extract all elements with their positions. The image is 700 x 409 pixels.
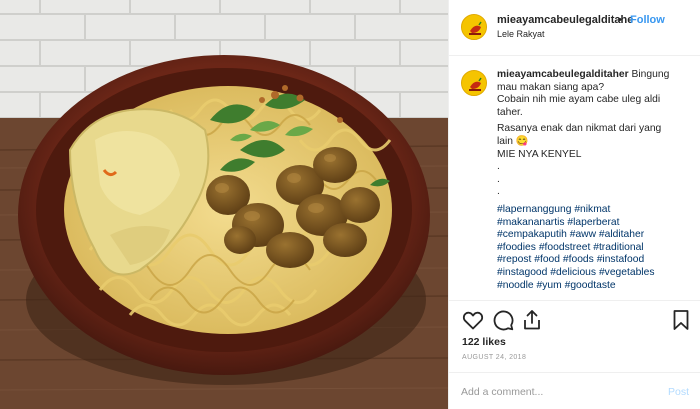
likes-count[interactable]: 122 likes (462, 336, 506, 348)
hashtag-line: #instagood #delicious #vegetables (497, 267, 695, 280)
caption-area: mieayamcabeulegalditaher Bingung mau mak… (449, 57, 700, 299)
hashtag-link[interactable]: #foods (563, 254, 594, 265)
hashtag-link[interactable]: #yum (537, 280, 562, 291)
bookmark-icon (673, 310, 689, 330)
caption-line: MIE NYA KENYEL (497, 148, 582, 160)
caption-text: mieayamcabeulegalditaher Bingung mau mak… (497, 69, 695, 292)
caption-line: mau makan siang apa? (497, 81, 605, 93)
heart-icon (462, 311, 484, 330)
caption-line: . (497, 186, 500, 198)
hashtag-link[interactable]: #instagood (497, 267, 547, 278)
hashtag-line: #lapernanggung #nikmat (497, 204, 695, 217)
post-header: mieayamcabeulegalditahe • Follow Lele Ra… (449, 0, 700, 56)
hashtag-link[interactable]: #noodle (497, 280, 534, 291)
food-photo-image (0, 0, 448, 409)
follow-separator: • (618, 14, 622, 26)
comment-button[interactable] (491, 308, 515, 332)
header-username[interactable]: mieayamcabeulegalditahe (497, 14, 633, 26)
post-side-panel: mieayamcabeulegalditahe • Follow Lele Ra… (448, 0, 700, 409)
post-date[interactable]: AUGUST 24, 2018 (462, 354, 526, 361)
save-button[interactable] (669, 308, 693, 332)
post-comment-button[interactable]: Post (668, 386, 689, 398)
hashtag-link[interactable]: #food (534, 254, 560, 265)
hashtag-link[interactable]: #laperberat (567, 217, 619, 228)
hashtag-link[interactable]: #foodstreet (539, 242, 591, 253)
hashtag-line: #repost #food #foods #instafood (497, 254, 695, 267)
caption-username[interactable]: mieayamcabeulegalditaher (497, 69, 629, 80)
caption-avatar[interactable] (461, 70, 487, 96)
hashtag-link[interactable]: #instafood (597, 254, 645, 265)
location-link[interactable]: Lele Rakyat (497, 29, 545, 39)
hashtag-line: #cempakaputih #aww #alditaher (497, 229, 695, 242)
share-button[interactable] (520, 308, 544, 332)
chili-logo-icon (462, 15, 486, 39)
hashtag-link[interactable]: #goodtaste (565, 280, 616, 291)
hashtag-line: #makananartis #laperberat (497, 217, 695, 230)
hashtag-link[interactable]: #delicious (550, 267, 596, 278)
hashtag-link[interactable]: #foodies (497, 242, 536, 253)
hashtag-line: #foodies #foodstreet #traditional (497, 242, 695, 255)
caption-line: lain 😋 (497, 135, 529, 147)
caption-line: Rasanya enak dan nikmat dari yang (497, 123, 662, 135)
comment-input[interactable] (461, 384, 651, 400)
caption-line: Cobain nih mie ayam cabe uleg aldi (497, 94, 661, 106)
hashtag-link[interactable]: #traditional (593, 242, 643, 253)
hashtag-link[interactable]: #lapernanggung (497, 204, 571, 215)
caption-first-line: mieayamcabeulegalditaher Bingung (497, 69, 695, 82)
hashtag-link[interactable]: #makananartis (497, 217, 565, 228)
follow-button[interactable]: Follow (630, 14, 665, 26)
hashtag-link[interactable]: #cempakaputih (497, 229, 567, 240)
hashtag-list: #lapernanggung #nikmat #makananartis #la… (497, 204, 695, 292)
post-photo[interactable] (0, 0, 448, 409)
like-button[interactable] (461, 308, 485, 332)
avatar[interactable] (461, 14, 487, 40)
share-icon (524, 310, 540, 330)
hashtag-link[interactable]: #repost (497, 254, 531, 265)
chili-logo-icon (462, 71, 486, 95)
comment-form: Post (449, 372, 700, 409)
hashtag-link[interactable]: #vegetables (599, 267, 655, 278)
hashtag-link[interactable]: #alditaher (599, 229, 644, 240)
hashtag-line: #noodle #yum #goodtaste (497, 280, 695, 293)
hashtag-link[interactable]: #nikmat (574, 204, 610, 215)
hashtag-link[interactable]: #aww (570, 229, 596, 240)
comment-icon (493, 310, 514, 331)
caption-line: taher. (497, 106, 523, 118)
caption-line: . (497, 173, 500, 185)
caption-line: Bingung (628, 69, 670, 80)
caption-line: . (497, 161, 500, 173)
